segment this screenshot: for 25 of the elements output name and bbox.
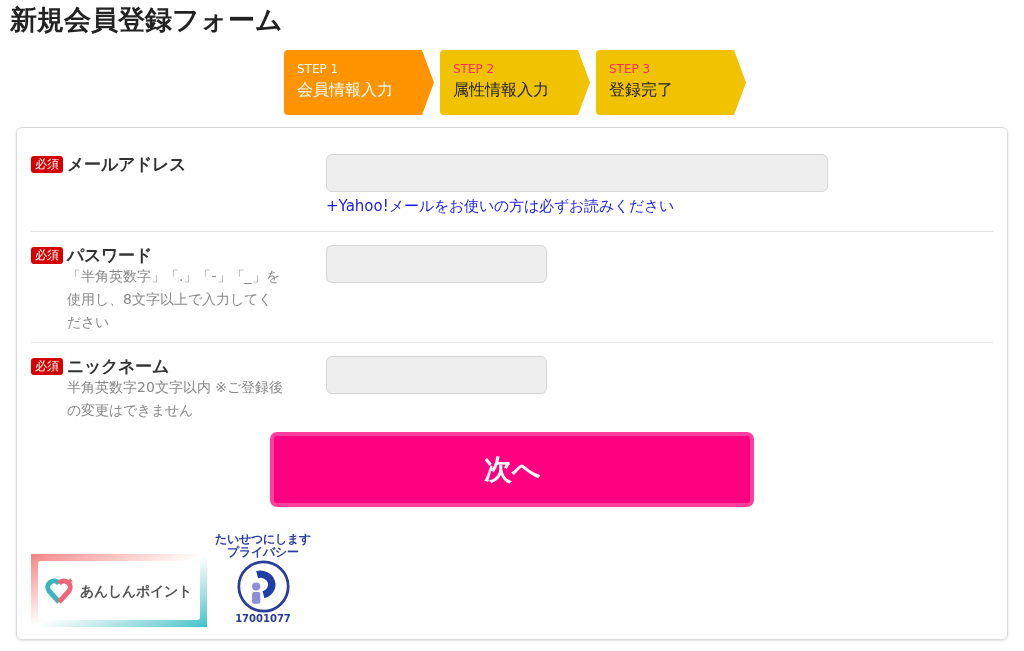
required-tag: 必須: [31, 358, 63, 375]
field-label: パスワード: [67, 245, 152, 265]
page-title: 新規会員登録フォーム: [9, 3, 283, 37]
step-label: 会員情報入力: [297, 80, 393, 100]
logo-text: あんしんポイント: [80, 581, 192, 600]
required-tag: 必須: [31, 247, 63, 264]
privacy-mark-icon: [236, 560, 290, 613]
step-number: STEP 3: [609, 62, 651, 76]
field-hint: 「半角英数字」「.」「-」「_」を使用し、8文字以上で入力してください: [67, 267, 281, 332]
input-field[interactable]: [326, 356, 547, 394]
heart-icon: [44, 576, 74, 605]
input-field[interactable]: [326, 245, 547, 283]
step-number: STEP 2: [453, 62, 495, 76]
step-label: 登録完了: [609, 80, 673, 100]
field-label: ニックネーム: [67, 356, 169, 376]
field-hint: 半角英数字20文字以内 ※ご登録後の変更はできません: [67, 378, 284, 420]
next-button[interactable]: 次へ: [270, 432, 754, 507]
required-tag: 必須: [31, 156, 63, 173]
input-field[interactable]: [326, 154, 828, 192]
step-label: 属性情報入力: [453, 80, 549, 100]
field-label: メールアドレス: [67, 154, 186, 174]
help-link[interactable]: +Yahoo!メールをお使いの方は必ずお読みください: [326, 196, 674, 216]
logo-tagline: たいせつにしますプライバシー: [214, 533, 312, 559]
step-number: STEP 1: [297, 62, 339, 76]
certification-number: 17001077: [235, 613, 291, 625]
